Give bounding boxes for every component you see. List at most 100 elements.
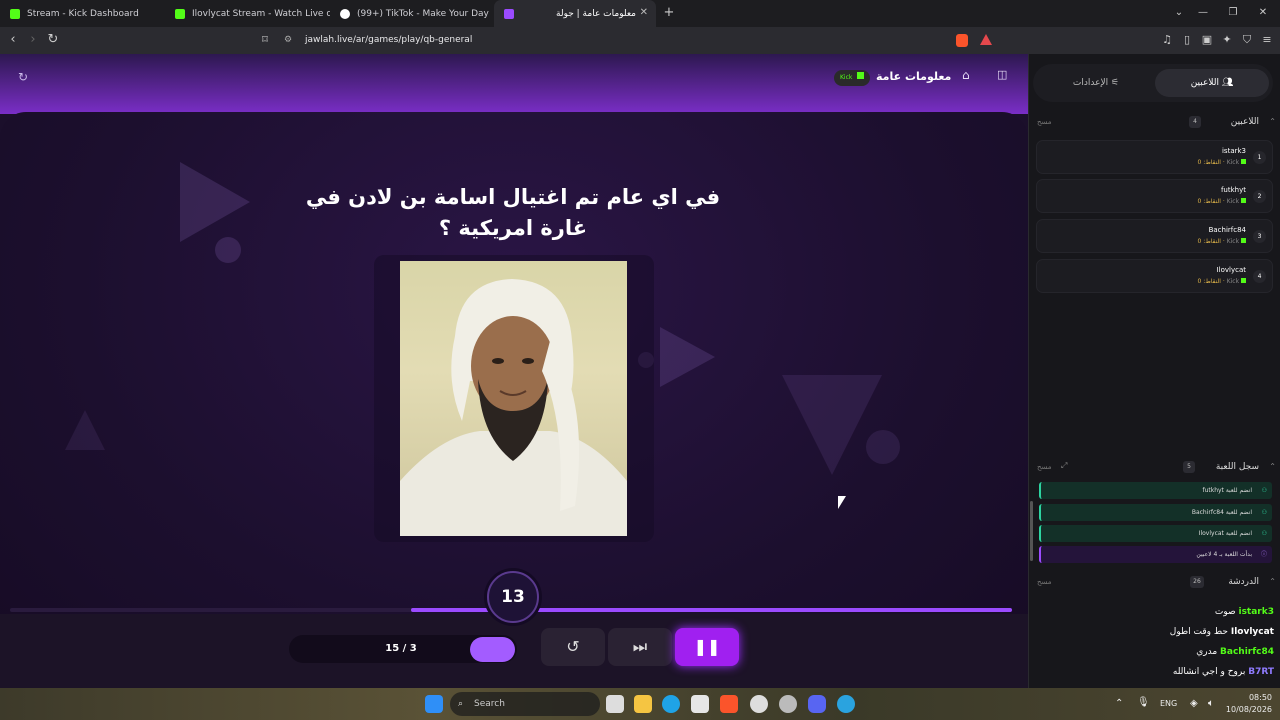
chat-message: B7RT بروح و اجي انشالله	[1173, 667, 1274, 677]
player-row[interactable]: Ilovlycat النقاط: 0 · Kick 4	[1036, 259, 1273, 293]
chat-message: Bachirfc84 مدري	[1196, 647, 1274, 657]
clear-log-button[interactable]: مسح	[1037, 463, 1052, 471]
tab-jawlah[interactable]: معلومات عامة | جولة ✕	[494, 0, 656, 27]
log-text: Bachirfc84 انضم للعبة	[1191, 509, 1252, 516]
reload-icon[interactable]: ↻	[44, 31, 62, 49]
clock-date: 10/08/2026	[1225, 705, 1272, 714]
log-entry: Ilovlycat انضم للعبة ⚇	[1039, 525, 1272, 542]
home-icon[interactable]: ⌂	[962, 68, 970, 82]
restart-button[interactable]: ↺	[541, 628, 605, 666]
player-row[interactable]: istark3 النقاط: 0 · Kick 1	[1036, 140, 1273, 174]
tab-players[interactable]: اللاعبين 👥︎	[1155, 69, 1269, 97]
store-icon[interactable]	[691, 695, 709, 713]
language-indicator[interactable]: ENG	[1160, 699, 1177, 708]
sidebar-icon[interactable]: ▯	[1178, 31, 1196, 49]
clock[interactable]: 08:50 10/08/2026	[1224, 692, 1272, 716]
mouse-cursor	[838, 496, 846, 509]
tiktok-icon	[340, 8, 350, 19]
tab-kick-dashboard[interactable]: Stream - Kick Dashboard	[0, 0, 165, 27]
leo-icon[interactable]: ✦	[1218, 31, 1236, 49]
collapse-chevron-icon[interactable]: ⌃	[1269, 117, 1276, 126]
side-panel: اللاعبين 👥︎ الإعدادات ⚟ مسح 4 اللاعبين ⌃…	[1028, 54, 1280, 688]
tab-tiktok[interactable]: (99+) TikTok - Make Your Day	[330, 0, 490, 27]
tab-title: معلومات عامة | جولة	[556, 8, 636, 19]
players-count-badge: 4	[1189, 116, 1201, 128]
telegram-icon[interactable]	[837, 695, 855, 713]
header-band: ↻ Kick معلومات عامة ⌂ ◫	[0, 54, 1028, 114]
counter-knob[interactable]	[470, 637, 515, 662]
user-join-icon: ⚇	[1261, 530, 1267, 537]
wallet-icon[interactable]: ▣	[1198, 31, 1216, 49]
panel-toggle-icon[interactable]: ◫	[997, 68, 1007, 81]
menu-icon[interactable]: ≡	[1258, 31, 1276, 49]
file-explorer-icon[interactable]	[634, 695, 652, 713]
kick-icon	[1241, 278, 1246, 283]
url-field[interactable]: ⚙ jawlah.live/ar/games/play/qb-general	[280, 31, 950, 50]
chat-count-badge: 26	[1190, 576, 1204, 588]
player-rank: 1	[1253, 151, 1266, 164]
question-text: في اي عام تم اغتيال اسامة بن لادن في غار…	[305, 185, 721, 240]
player-points: النقاط: 0 · Kick	[1197, 198, 1246, 205]
user-join-icon: ⚇	[1261, 509, 1267, 516]
chat-text: مدري	[1196, 647, 1218, 657]
maximize-button[interactable]: ❐	[1224, 4, 1242, 22]
collapse-chevron-icon[interactable]: ⌃	[1269, 462, 1276, 471]
pause-button[interactable]: ❚❚	[675, 628, 739, 666]
close-tab-icon[interactable]: ✕	[640, 7, 648, 18]
close-window-button[interactable]: ✕	[1254, 4, 1272, 22]
jawlah-icon	[504, 8, 514, 19]
scrollbar[interactable]	[1030, 501, 1033, 561]
task-view-icon[interactable]	[606, 695, 624, 713]
tab-title: (99+) TikTok - Make Your Day	[357, 8, 489, 19]
players-section-header[interactable]: مسح 4 اللاعبين ⌃	[1029, 114, 1280, 132]
network-icon[interactable]: ◈	[1190, 698, 1198, 709]
tab-settings[interactable]: الإعدادات ⚟	[1041, 69, 1151, 97]
new-tab-button[interactable]: +	[660, 4, 678, 22]
discord-icon[interactable]	[808, 695, 826, 713]
log-section-header[interactable]: مسح ⤢ 5 سجل اللعبة ⌃	[1029, 459, 1280, 477]
site-info-icon[interactable]: ⚙	[284, 31, 292, 50]
points-text: النقاط: 0	[1197, 159, 1221, 166]
decor-circle	[866, 430, 900, 464]
collapse-chevron-icon[interactable]: ⌃	[1269, 577, 1276, 586]
bookmark-icon[interactable]: ⌑	[256, 31, 274, 49]
edge-icon[interactable]	[662, 695, 680, 713]
clock-time: 08:50	[1248, 693, 1272, 702]
brave-rewards-icon[interactable]	[980, 34, 992, 45]
music-icon[interactable]: ♫	[1158, 31, 1176, 49]
brave-shield-icon[interactable]	[956, 34, 968, 47]
expand-icon[interactable]: ⤢	[1061, 461, 1067, 471]
steam-icon[interactable]	[750, 695, 768, 713]
player-row[interactable]: Bachirfc84 النقاط: 0 · Kick 3	[1036, 219, 1273, 253]
back-icon[interactable]: ‹	[4, 31, 22, 49]
mic-icon[interactable]: 🎙︎	[1137, 697, 1150, 708]
taskbar-search[interactable]: ⌕ Search	[450, 692, 600, 716]
clear-chat-button[interactable]: مسح	[1037, 578, 1052, 586]
portrait-illustration	[400, 279, 627, 536]
brave-icon[interactable]	[720, 695, 738, 713]
minimize-button[interactable]: —	[1194, 4, 1212, 22]
forward-icon[interactable]: ›	[24, 31, 42, 49]
chat-message: Ilovlycat حط وقت اطول	[1170, 627, 1274, 637]
tab-kick-stream[interactable]: Ilovlycat Stream - Watch Live on Kick	[165, 0, 330, 27]
tray-chevron-icon[interactable]: ⌃	[1115, 698, 1123, 709]
platform-text: Kick	[1226, 159, 1240, 166]
clear-players-button[interactable]: مسح	[1037, 118, 1052, 126]
kick-icon	[175, 8, 185, 19]
player-points: النقاط: 0 · Kick	[1197, 278, 1246, 285]
log-entry: بدأت اللعبة بـ 4 لاعبين ⓘ	[1039, 546, 1272, 563]
tab-list-chevron-icon[interactable]: ⌄	[1170, 4, 1188, 22]
platform-text: Kick	[1226, 198, 1240, 205]
question-counter: 15 / 3	[385, 643, 417, 654]
volume-icon[interactable]: 🔈︎	[1208, 698, 1214, 709]
points-text: النقاط: 0	[1197, 198, 1221, 205]
player-points: النقاط: 0 · Kick	[1197, 159, 1246, 166]
chat-section-header[interactable]: مسح 26 الدردشة ⌃	[1029, 574, 1280, 592]
obs-icon[interactable]	[779, 695, 797, 713]
player-row[interactable]: futkhyt النقاط: 0 · Kick 2	[1036, 179, 1273, 213]
refresh-icon[interactable]: ↻	[18, 70, 28, 84]
vpn-icon[interactable]: ⛉	[1238, 31, 1256, 49]
windows-start-icon[interactable]	[425, 695, 443, 713]
skip-button[interactable]: ⏭	[608, 628, 672, 666]
search-placeholder: Search	[474, 699, 505, 709]
